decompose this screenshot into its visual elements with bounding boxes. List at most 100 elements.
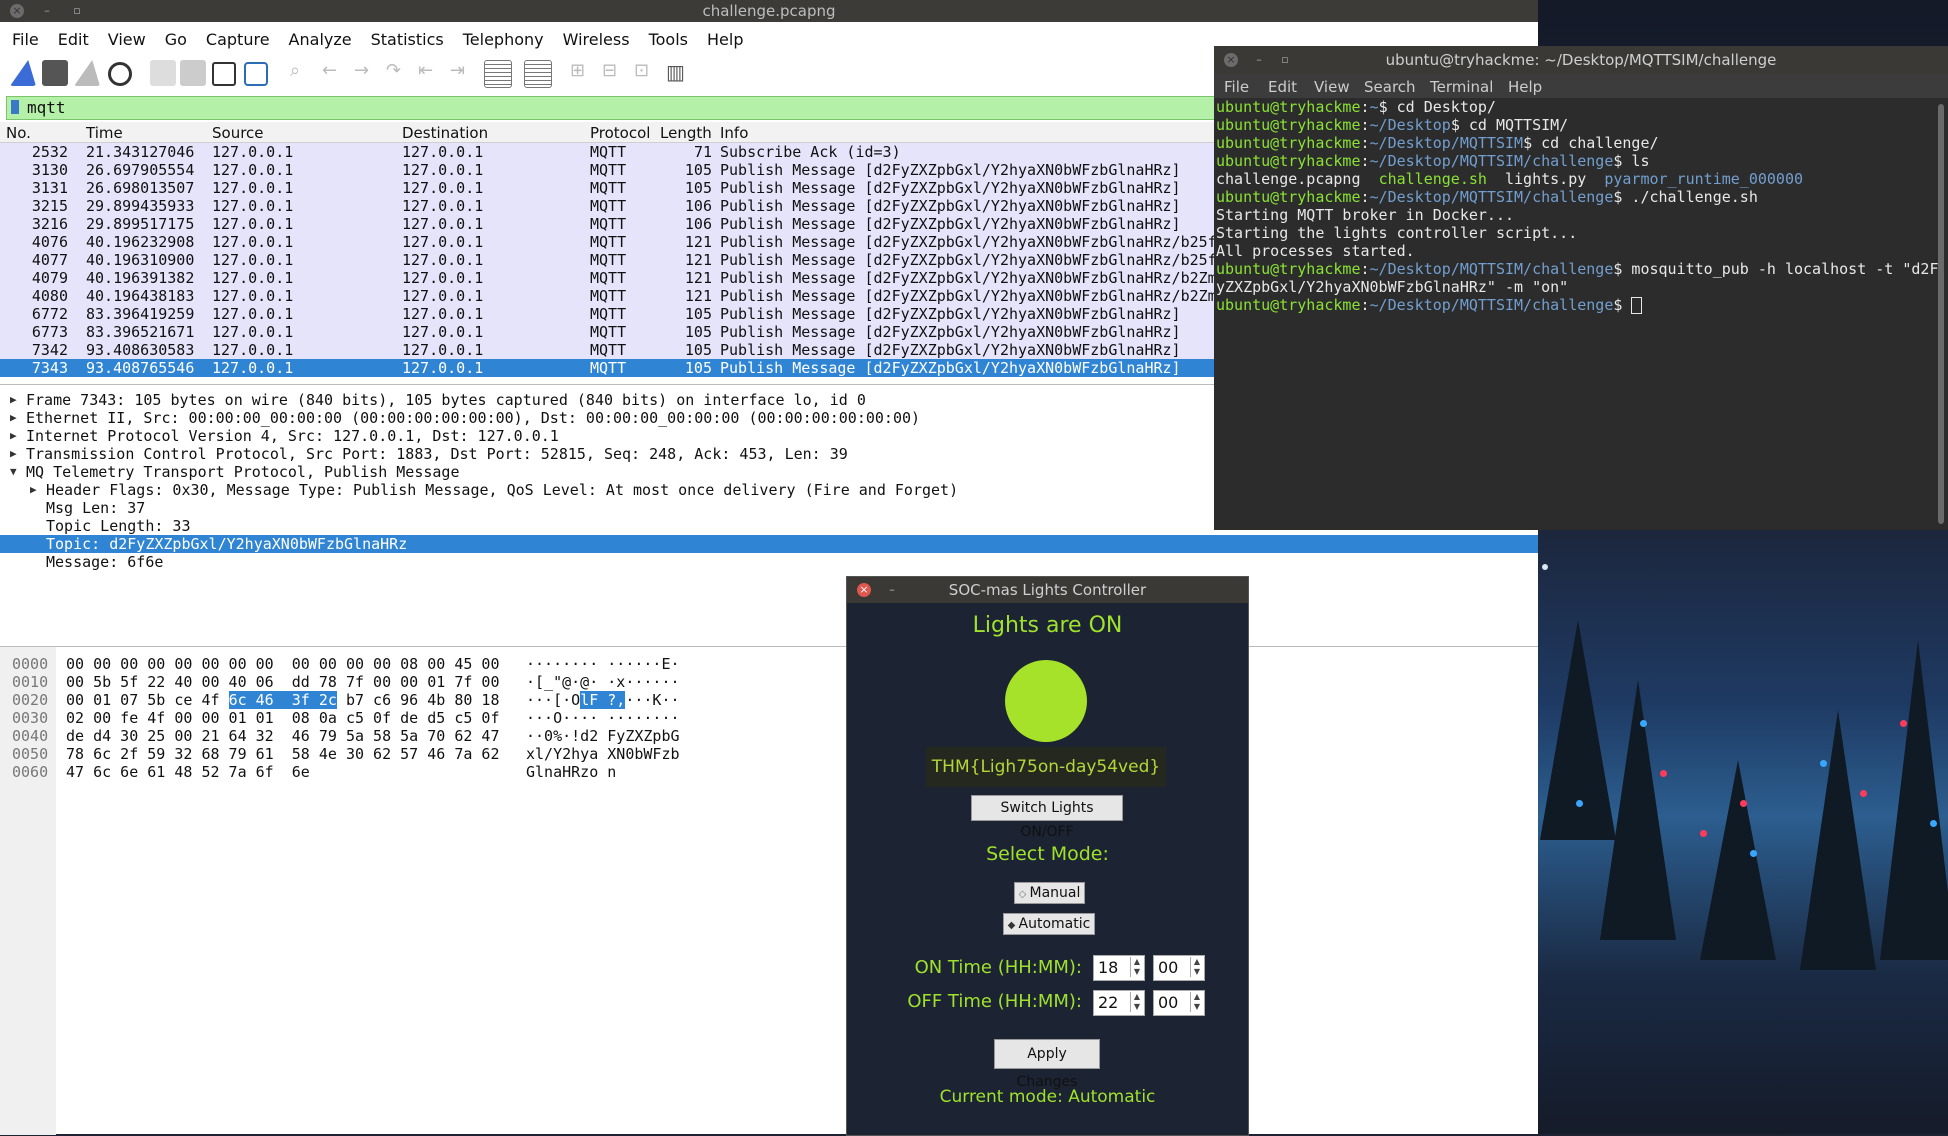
packet-row[interactable]: 4080 40.196438183 127.0.0.1 127.0.0.1 MQTT 12… [0,287,1217,305]
menu-view[interactable]: View [96,24,153,49]
on-hour-spinbox[interactable]: 18 ▲ ▼ [1093,955,1145,981]
restart-capture-icon[interactable] [74,60,100,86]
hex-bytes[interactable]: 00 01 07 5b ce 4f 6c 46 3f 2c b7 c6 96 4… [66,691,500,709]
menu-tools[interactable]: Tools [637,24,695,49]
minimize-icon[interactable]: – [885,583,899,597]
terminal-output[interactable]: ubuntu@tryhackme:~$ cd Desktop/ ubuntu@t… [1216,98,1938,526]
terminal-output-line: Starting MQTT broker in Docker... [1216,206,1515,224]
hex-bytes[interactable]: 02 00 fe 4f 00 00 01 01 08 0a c5 0f de d… [66,709,499,727]
hex-ascii[interactable]: ··0%·!d2 FyZXZpbG [526,727,680,745]
minimize-icon[interactable]: – [40,4,54,18]
menu-analyze[interactable]: Analyze [277,24,359,49]
terminal-output-line: Starting the lights controller script... [1216,224,1578,242]
packet-row[interactable]: 3131 26.698013507 127.0.0.1 127.0.0.1 MQTT 10… [0,179,1214,197]
packet-row[interactable]: 4077 40.196310900 127.0.0.1 127.0.0.1 MQTT 12… [0,251,1217,269]
packet-row[interactable]: 7343 93.408765546 127.0.0.1 127.0.0.1 MQTT 10… [0,359,1214,377]
packet-row[interactable]: 4079 40.196391382 127.0.0.1 127.0.0.1 MQTT 12… [0,269,1217,287]
minimize-icon[interactable]: – [1252,53,1266,67]
packet-row[interactable]: 2532 21.343127046 127.0.0.1 127.0.0.1 MQTT 71… [0,143,1214,161]
hex-bytes[interactable]: 47 6c 6e 61 48 52 7a 6f 6e [66,763,310,781]
packet-row[interactable]: 7342 93.408630583 127.0.0.1 127.0.0.1 MQTT 10… [0,341,1214,359]
packet-row[interactable]: 6772 83.396419259 127.0.0.1 127.0.0.1 MQTT 10… [0,305,1214,323]
menu-wireless[interactable]: Wireless [551,24,637,49]
last-packet-icon[interactable]: ⇥ [450,60,476,86]
packet-row[interactable]: 6773 83.396521671 127.0.0.1 127.0.0.1 MQTT 10… [0,323,1214,341]
zoom-in-icon[interactable]: ⊞ [570,60,596,86]
hex-ascii[interactable]: xl/Y2hya XN0bWFzb [526,745,680,763]
menu-telephony[interactable]: Telephony [451,24,551,49]
detail-topic[interactable]: Topic: d2FyZXZpbGxl/Y2hyaXN0bWFzbGlnaHRz [0,535,1538,553]
normal-size-icon[interactable]: ⊡ [634,60,660,86]
forward-arrow-icon[interactable]: → [354,60,380,86]
hex-bytes[interactable]: 78 6c 2f 59 32 68 79 61 58 4e 30 62 57 4… [66,745,499,763]
menu-help[interactable]: Help [695,24,750,49]
colorize-icon[interactable] [524,60,552,88]
term-menu-terminal[interactable]: Terminal [1430,78,1493,96]
search-icon[interactable]: ⌕ [290,60,316,86]
on-minute-spinbox[interactable]: 00 ▲ ▼ [1153,955,1205,981]
menu-go[interactable]: Go [153,24,194,49]
save-file-icon[interactable] [180,60,206,86]
close-icon[interactable]: × [1224,53,1238,67]
col-time[interactable]: Time [86,124,123,142]
hex-bytes[interactable]: 00 00 00 00 00 00 00 00 00 00 00 00 08 0… [66,655,499,673]
switch-lights-button[interactable]: Switch Lights ON/OFF [971,795,1123,840]
col-protocol[interactable]: Protocol [590,124,650,142]
back-arrow-icon[interactable]: ← [322,60,348,86]
term-menu-edit[interactable]: Edit [1268,78,1297,96]
detail-message[interactable]: Message: 6f6e [0,553,1538,571]
menu-file[interactable]: File [0,24,46,49]
maximize-icon[interactable]: ▫ [1278,53,1292,67]
menu-statistics[interactable]: Statistics [359,24,451,49]
col-no[interactable]: No. [6,124,31,142]
packet-row[interactable]: 3130 26.697905554 127.0.0.1 127.0.0.1 MQTT 10… [0,161,1214,179]
col-length[interactable]: Length [660,124,712,142]
off-hour-spinbox[interactable]: 22 ▲ ▼ [1093,990,1145,1016]
packet-cell-no: 4080 [31,287,68,305]
open-file-icon[interactable] [150,60,176,86]
automatic-radio[interactable]: ◆ Automatic [1003,913,1095,935]
close-icon[interactable]: × [10,4,24,18]
menu-capture[interactable]: Capture [194,24,277,49]
reload-icon[interactable] [244,62,268,86]
menu-edit[interactable]: Edit [46,24,96,49]
col-source[interactable]: Source [212,124,264,142]
term-menu-search[interactable]: Search [1364,78,1416,96]
hex-ascii[interactable]: GlnaHRzo n [526,763,616,781]
maximize-icon[interactable]: ▫ [70,4,84,18]
zoom-out-icon[interactable]: ⊟ [602,60,628,86]
first-packet-icon[interactable]: ⇤ [418,60,444,86]
hex-bytes[interactable]: de d4 30 25 00 21 64 32 46 79 5a 58 5a 7… [66,727,499,745]
packet-cell-proto: MQTT [590,215,627,233]
shark-fin-start-icon[interactable] [10,60,36,86]
manual-radio[interactable]: ◇ Manual [1014,882,1085,904]
term-menu-help[interactable]: Help [1508,78,1542,96]
hex-ascii[interactable]: ·[_"@·@· ·x······ [526,673,680,691]
packet-cell-dst: 127.0.0.1 [402,251,484,269]
autoscroll-icon[interactable] [484,60,512,88]
go-to-packet-icon[interactable]: ↷ [386,60,412,86]
resize-columns-icon[interactable]: ▥ [666,60,692,86]
apply-changes-button[interactable]: Apply Changes [994,1039,1100,1090]
term-menu-file[interactable]: File [1224,78,1249,96]
packet-bytes-pane: 0000 00 00 00 00 00 00 00 00 00 00 00 00 … [0,646,1538,1135]
hex-ascii[interactable]: ···O···· ········ [526,709,680,727]
stop-capture-icon[interactable] [42,60,68,86]
hex-bytes[interactable]: 00 5b 5f 22 40 00 40 06 dd 78 7f 00 00 0… [66,673,499,691]
packet-row[interactable]: 3215 29.899435933 127.0.0.1 127.0.0.1 MQTT 10… [0,197,1214,215]
hex-ascii[interactable]: ···[·OlF ?,···K·· [526,691,680,709]
col-destination[interactable]: Destination [402,124,488,142]
packet-row[interactable]: 3216 29.899517175 127.0.0.1 127.0.0.1 MQTT 10… [0,215,1214,233]
packet-row[interactable]: 4076 40.196232908 127.0.0.1 127.0.0.1 MQTT 12… [0,233,1217,251]
terminal-scrollbar[interactable] [1938,104,1944,524]
hex-ascii[interactable]: ········ ······E· [526,655,680,673]
off-minute-spinbox[interactable]: 00 ▲ ▼ [1153,990,1205,1016]
packet-cell-time: 40.196310900 [86,251,195,269]
bookmark-icon[interactable] [11,100,19,114]
capture-options-gear-icon[interactable] [108,62,132,86]
packet-cell-dst: 127.0.0.1 [402,179,484,197]
close-file-icon[interactable] [212,62,236,86]
term-menu-view[interactable]: View [1314,78,1350,96]
close-icon[interactable]: × [857,583,871,597]
col-info[interactable]: Info [720,124,748,142]
